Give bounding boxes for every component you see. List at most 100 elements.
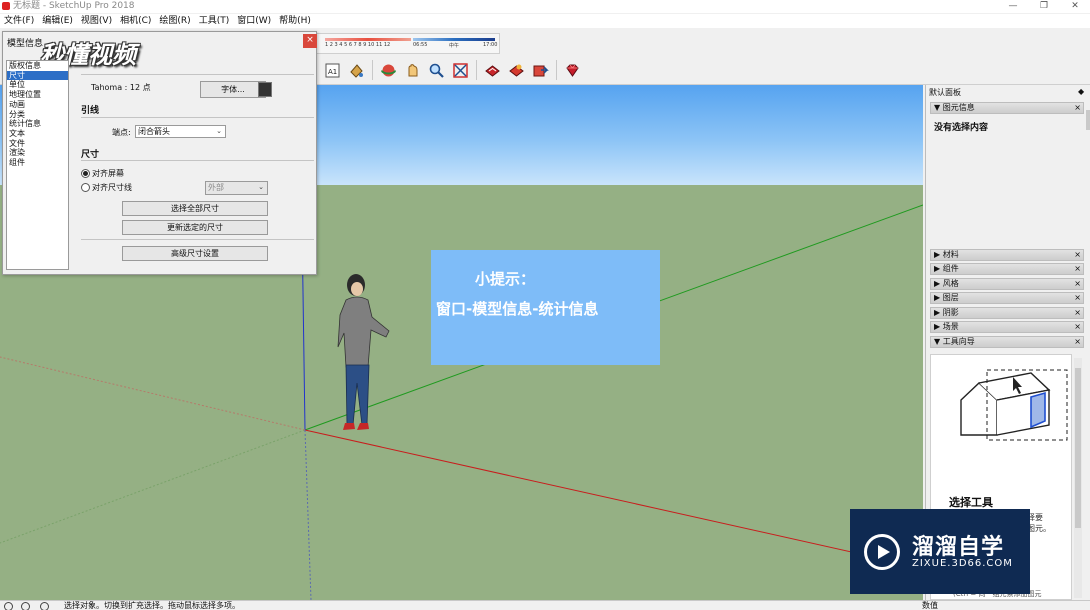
panel-label: 场景 (942, 322, 959, 331)
category-rendering[interactable]: 渲染 (7, 148, 68, 158)
category-dimensions[interactable]: 尺寸 (7, 70, 68, 81)
entity-info-header[interactable]: ▼ 图元信息 × (930, 102, 1084, 114)
menu-window[interactable]: 窗口(W) (233, 14, 275, 28)
category-units[interactable]: 单位 (7, 80, 68, 90)
menu-view[interactable]: 视图(V) (77, 14, 116, 28)
menu-tools[interactable]: 工具(T) (195, 14, 234, 28)
ruby-console-icon[interactable] (562, 60, 583, 81)
menu-help[interactable]: 帮助(H) (275, 14, 315, 28)
panel-label: 组件 (942, 264, 959, 273)
endpoint-select[interactable]: 闭合箭头 ⌄ (135, 125, 226, 138)
category-statistics[interactable]: 统计信息 (7, 119, 68, 129)
panel-styles[interactable]: ▶ 风格 × (930, 278, 1084, 290)
scrollbar[interactable] (1086, 110, 1090, 130)
instructor-scrollbar[interactable] (1074, 358, 1082, 598)
close-icon[interactable]: × (1074, 293, 1081, 303)
menu-file[interactable]: 文件(F) (0, 14, 38, 28)
align-screen-radio[interactable] (81, 169, 90, 178)
panel-label: 图层 (942, 293, 959, 302)
endpoint-label: 端点: (112, 128, 131, 137)
no-selection-text: 没有选择内容 (934, 123, 989, 133)
brand-url: ZIXUE.3D66.COM (912, 558, 1013, 569)
category-list: 版权信息 尺寸 单位 地理位置 动画 分类 统计信息 文本 文件 渲染 组件 (6, 60, 69, 270)
zoom-extents-icon[interactable] (450, 60, 471, 81)
dialog-close-button[interactable]: × (303, 34, 317, 48)
tray-title: 默认面板 (929, 88, 961, 97)
divider (81, 117, 314, 118)
close-icon[interactable]: × (1074, 250, 1081, 260)
panel-layers[interactable]: ▶ 图层 × (930, 292, 1084, 304)
3d-text-icon[interactable]: A1 (322, 60, 343, 81)
red-axis-negative (0, 356, 306, 431)
close-icon[interactable]: × (1074, 322, 1081, 332)
panel-scenes[interactable]: ▶ 场景 × (930, 321, 1084, 333)
panel-label: 材料 (942, 250, 959, 259)
category-geolocation[interactable]: 地理位置 (7, 90, 68, 100)
align-dimline-value: 外部 (208, 183, 224, 192)
panel-label: 工具向导 (942, 337, 975, 346)
menu-draw[interactable]: 绘图(R) (155, 14, 194, 28)
geolocation-icon[interactable] (4, 602, 13, 610)
credits-icon[interactable] (21, 602, 30, 610)
toolbar-separator (556, 60, 557, 80)
panel-label: 风格 (942, 279, 959, 288)
update-selected-dimensions-button[interactable]: 更新选定的尺寸 (122, 220, 268, 235)
align-dimline-radio[interactable] (81, 183, 90, 192)
extension-warehouse-icon[interactable] (506, 60, 527, 81)
close-icon[interactable]: × (1074, 264, 1081, 274)
text-color-swatch[interactable] (258, 82, 272, 97)
close-window-button[interactable]: ✕ (1063, 0, 1087, 12)
divider (81, 74, 314, 75)
panel-instructor[interactable]: ▼ 工具向导 × (930, 336, 1084, 348)
menu-camera[interactable]: 相机(C) (116, 14, 155, 28)
orbit-icon[interactable] (378, 60, 399, 81)
red-axis (304, 429, 923, 569)
align-screen-option[interactable]: 对齐屏幕 (81, 168, 124, 179)
warehouse-icon[interactable] (482, 60, 503, 81)
main-toolbar: A1 (322, 60, 583, 82)
endpoint-value: 闭合箭头 (138, 127, 170, 136)
dimensions-pane: Tahoma : 12 点 字体... 引线 端点: 闭合箭头 ⌄ 尺寸 对齐屏… (81, 52, 314, 272)
title-bar: 无标题 - SketchUp Pro 2018 — ❐ ✕ (0, 0, 1090, 13)
zoom-icon[interactable] (426, 60, 447, 81)
close-icon[interactable]: × (1074, 337, 1081, 347)
restore-button[interactable]: ❐ (1032, 0, 1056, 12)
category-file[interactable]: 文件 (7, 139, 68, 149)
scroll-thumb[interactable] (1075, 368, 1081, 528)
help-icon[interactable] (40, 602, 49, 610)
advanced-dimension-settings-button[interactable]: 高级尺寸设置 (122, 246, 268, 261)
shadow-toolbar: 1 2 3 4 5 6 7 8 9 10 11 12 06:55 中午 17:0… (316, 33, 500, 54)
expand-icon: ▶ (934, 308, 943, 317)
leader-section-title: 引线 (81, 106, 100, 116)
align-dimline-label: 对齐尺寸线 (92, 183, 132, 192)
panel-shadows[interactable]: ▶ 阴影 × (930, 307, 1084, 319)
category-classifications[interactable]: 分类 (7, 110, 68, 120)
month-slider[interactable] (325, 38, 411, 41)
paint-bucket-icon[interactable] (346, 60, 367, 81)
select-all-dimensions-button[interactable]: 选择全部尺寸 (122, 201, 268, 216)
expand-icon: ▼ (934, 337, 943, 346)
minimize-button[interactable]: — (1001, 0, 1025, 12)
time-noon-label: 中午 (449, 43, 460, 49)
time-slider[interactable] (413, 38, 495, 41)
close-icon[interactable]: × (1074, 103, 1081, 113)
close-icon[interactable]: × (1074, 279, 1081, 289)
category-animation[interactable]: 动画 (7, 100, 68, 110)
panel-components[interactable]: ▶ 组件 × (930, 263, 1084, 275)
expand-icon: ▶ (934, 264, 943, 273)
expand-icon: ▶ (934, 279, 943, 288)
close-icon[interactable]: × (1074, 308, 1081, 318)
menu-edit[interactable]: 编辑(E) (38, 14, 77, 28)
category-copyright[interactable]: 版权信息 (7, 61, 68, 71)
category-components[interactable]: 组件 (7, 158, 68, 168)
model-info-dialog: 模型信息 秒懂视频 × 版权信息 尺寸 单位 地理位置 动画 分类 统计信息 文… (2, 31, 317, 275)
category-text[interactable]: 文本 (7, 129, 68, 139)
font-button[interactable]: 字体... (200, 81, 266, 98)
align-dimline-option[interactable]: 对齐尺寸线 (81, 182, 132, 193)
expand-icon: ▶ (934, 322, 943, 331)
send-to-layout-icon[interactable] (530, 60, 551, 81)
pin-icon[interactable]: ◆ (1078, 87, 1084, 96)
tip-body: 窗口-模型信息-统计信息 (436, 300, 599, 318)
pan-icon[interactable] (402, 60, 423, 81)
panel-materials[interactable]: ▶ 材料 × (930, 249, 1084, 261)
